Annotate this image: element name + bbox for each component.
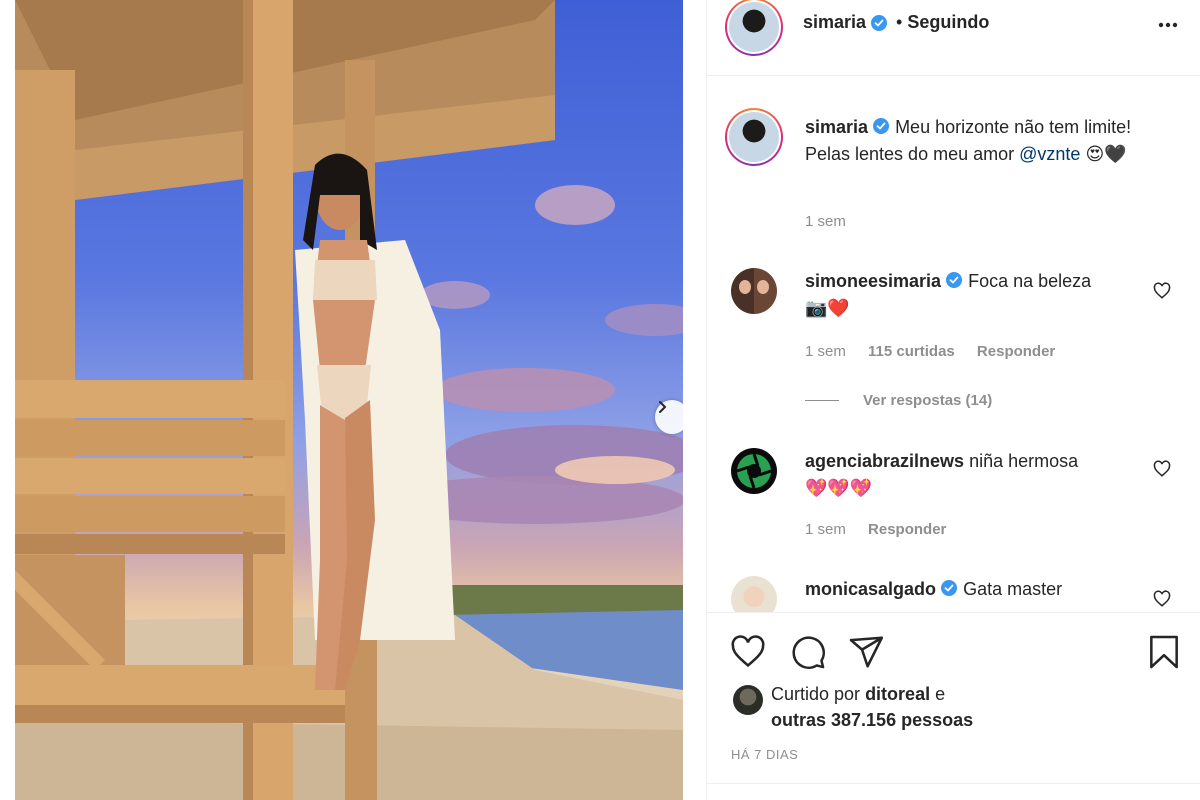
caption-text: simaria Meu horizonte não tem limite! Pe… (805, 114, 1141, 168)
beach-photo-illustration (15, 0, 683, 800)
view-replies-label: Ver respostas (14) (863, 392, 993, 409)
comment-like-icon[interactable] (1153, 590, 1171, 608)
verified-badge-icon (941, 580, 958, 596)
comment-body: Foca na beleza (968, 271, 1092, 291)
comment-like-icon[interactable] (1153, 460, 1171, 478)
post-side-panel: simaria • Seguindo simaria Meu horizonte… (706, 0, 1200, 800)
commenter-username[interactable]: monicasalgado (805, 579, 936, 599)
comment-body: niña hermosa (969, 451, 1079, 471)
reply-button[interactable]: Responder (977, 343, 1055, 360)
separator-dot: • (896, 12, 903, 32)
verified-badge-icon (946, 272, 963, 288)
commenter-avatar[interactable] (731, 448, 777, 494)
heart-icon[interactable] (729, 633, 767, 671)
verified-badge-icon (871, 14, 888, 31)
divider (707, 783, 1200, 784)
bookmark-icon[interactable] (1145, 633, 1183, 671)
comment-text: monicasalgado Gata master (805, 576, 1141, 603)
comment-emoji: 💖💖💖 (805, 478, 873, 498)
comment-text: agenciabrazilnews niña hermosa 💖💖💖 (805, 448, 1141, 502)
share-icon[interactable] (847, 633, 885, 671)
post-timestamp[interactable]: HÁ 7 DIAS (731, 747, 798, 762)
caption-author-avatar[interactable] (725, 108, 783, 166)
caption-emoji: 😍🖤 (1085, 144, 1127, 164)
more-options-button[interactable] (1157, 14, 1179, 41)
liker-avatar[interactable] (733, 685, 763, 715)
author-username[interactable]: simaria (803, 12, 866, 33)
reply-button[interactable]: Responder (868, 521, 946, 538)
post-header: simaria • Seguindo (707, 0, 1200, 76)
likes-others[interactable]: outras 387.156 pessoas (771, 710, 973, 730)
comment-likes[interactable]: 115 curtidas (868, 343, 955, 360)
comment-body: Gata master (963, 579, 1063, 599)
comment-meta: 1 sem Responder (805, 521, 964, 538)
comment-emoji: 📷❤️ (805, 298, 850, 318)
likes-connector: e (935, 684, 946, 704)
next-image-button[interactable] (655, 400, 683, 434)
post-actions: Curtido por ditoreal e outras 387.156 pe… (707, 612, 1200, 800)
comment-time[interactable]: 1 sem (805, 521, 846, 538)
replies-divider (805, 400, 839, 401)
comment-like-icon[interactable] (1153, 282, 1171, 300)
commenter-username[interactable]: agenciabrazilnews (805, 451, 964, 471)
author-avatar[interactable] (725, 0, 783, 56)
more-icon (1158, 22, 1178, 28)
likes-prefix: Curtido por (771, 684, 861, 704)
caption-mention[interactable]: @vznte (1019, 144, 1080, 164)
following-button[interactable]: Seguindo (907, 12, 989, 33)
comments-section: simaria Meu horizonte não tem limite! Pe… (707, 76, 1200, 612)
view-replies-button[interactable]: Ver respostas (14) (805, 392, 992, 409)
comment-meta: 1 sem 115 curtidas Responder (805, 343, 1073, 360)
likes-summary: Curtido por ditoreal e outras 387.156 pe… (771, 681, 973, 733)
caption-time[interactable]: 1 sem (805, 213, 846, 230)
commenter-avatar[interactable] (731, 268, 777, 314)
comment-icon[interactable] (789, 633, 827, 671)
comment-time[interactable]: 1 sem (805, 343, 846, 360)
liker-username[interactable]: ditoreal (865, 684, 930, 704)
commenter-username[interactable]: simoneesimaria (805, 271, 941, 291)
commenter-avatar[interactable] (731, 576, 777, 612)
post-image[interactable] (15, 0, 683, 800)
aperture-logo-icon (736, 453, 772, 489)
verified-badge-icon (873, 118, 890, 134)
chevron-right-icon (659, 401, 666, 413)
comment-text: simoneesimaria Foca na beleza 📷❤️ (805, 268, 1141, 322)
caption-meta: 1 sem (805, 213, 864, 230)
caption-username[interactable]: simaria (805, 117, 868, 137)
